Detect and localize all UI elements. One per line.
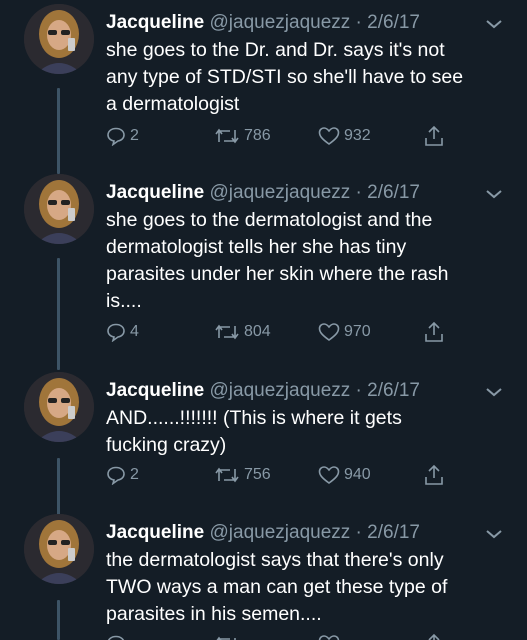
tweet-header: Jacqueline @jaquezjaquezz · 2/6/17: [106, 520, 513, 546]
reply-button[interactable]: 2: [106, 463, 139, 487]
tweet-text-line: dermatologist tells her she has tiny: [106, 236, 407, 258]
tweet-thread: Jacqueline @jaquezjaquezz · 2/6/17 she g…: [0, 0, 527, 640]
retweet-count: 804: [244, 323, 271, 340]
avatar[interactable]: [24, 372, 94, 442]
tweet-header: Jacqueline @jaquezjaquezz · 2/6/17: [106, 378, 513, 404]
retweet-button[interactable]: 786: [214, 124, 271, 148]
tweet-date[interactable]: 2/6/17: [367, 182, 420, 203]
tweet-header: Jacqueline @jaquezjaquezz · 2/6/17: [106, 10, 513, 36]
like-count: 970: [344, 323, 371, 340]
heart-icon: [318, 323, 340, 341]
chevron-down-icon[interactable]: [485, 18, 503, 30]
retweet-icon: [215, 128, 239, 144]
tweet-text-line: parasites under her skin where the rash: [106, 263, 449, 285]
tweet-actions: [106, 632, 466, 640]
heart-icon: [318, 635, 340, 640]
separator: ·: [355, 12, 362, 33]
share-icon: [425, 125, 443, 146]
share-icon: [428, 633, 440, 640]
display-name[interactable]: Jacqueline: [106, 522, 204, 543]
tweet-text: she goes to the Dr. and Dr. says it's no…: [106, 37, 514, 118]
retweet-icon: [215, 324, 239, 340]
separator: ·: [355, 522, 362, 543]
avatar[interactable]: [24, 174, 94, 244]
tweet-text: the dermatologist says that there's only…: [106, 547, 514, 628]
separator: ·: [355, 380, 362, 401]
tweet-actions: 4 804 970: [106, 320, 466, 344]
retweet-count: 786: [244, 127, 271, 144]
share-button[interactable]: [424, 632, 448, 640]
like-button[interactable]: 932: [318, 124, 371, 148]
user-handle[interactable]: @jaquezjaquezz: [210, 522, 351, 543]
tweet-text-line: is....: [106, 290, 142, 312]
retweet-icon: [215, 467, 239, 483]
chevron-down-icon[interactable]: [485, 188, 503, 200]
tweet-text: AND......!!!!!!! (This is where it gets …: [106, 405, 514, 459]
like-count: 932: [344, 127, 371, 144]
reply-count: 4: [130, 323, 139, 340]
tweet-text-line: TWO ways a man can get these type of: [106, 576, 448, 598]
heart-icon: [318, 466, 340, 484]
retweet-count: 756: [244, 466, 271, 483]
display-name[interactable]: Jacqueline: [106, 380, 204, 401]
user-handle[interactable]: @jaquezjaquezz: [210, 12, 351, 33]
user-handle[interactable]: @jaquezjaquezz: [210, 182, 351, 203]
tweet-date[interactable]: 2/6/17: [367, 522, 420, 543]
retweet-icon: [216, 636, 236, 640]
like-button[interactable]: 970: [318, 320, 371, 344]
tweet-text-line: any type of STD/STI so she'll have to se…: [106, 66, 464, 88]
share-button[interactable]: [424, 124, 448, 148]
tweet-actions: 2 786 932: [106, 124, 466, 148]
tweet-text-line: she goes to the dermatologist and the: [106, 209, 433, 231]
reply-icon: [107, 323, 125, 342]
tweet-date[interactable]: 2/6/17: [367, 380, 420, 401]
display-name[interactable]: Jacqueline: [106, 182, 204, 203]
separator: ·: [355, 182, 362, 203]
share-icon: [425, 464, 443, 485]
share-button[interactable]: [424, 463, 448, 487]
tweet-text-line: parasites in his semen....: [106, 603, 322, 625]
tweet-actions: 2 756 940: [106, 463, 466, 487]
reply-icon: [107, 127, 125, 146]
like-button[interactable]: 940: [318, 463, 371, 487]
tweet[interactable]: Jacqueline @jaquezjaquezz · 2/6/17 she g…: [0, 4, 527, 174]
heart-icon: [318, 127, 340, 145]
reply-button[interactable]: 4: [106, 320, 139, 344]
reply-icon: [107, 466, 125, 485]
reply-icon: [107, 635, 125, 640]
tweet-date[interactable]: 2/6/17: [367, 12, 420, 33]
avatar-photo: [24, 372, 94, 442]
like-button[interactable]: [318, 632, 344, 640]
tweet-text-line: fucking crazy): [106, 434, 227, 456]
tweet-text: she goes to the dermatologist and the de…: [106, 207, 514, 315]
reply-button[interactable]: [106, 632, 130, 640]
tweet-text-line: the dermatologist says that there's only: [106, 549, 444, 571]
retweet-button[interactable]: 804: [214, 320, 271, 344]
like-count: 940: [344, 466, 371, 483]
retweet-button[interactable]: [214, 632, 244, 640]
user-handle[interactable]: @jaquezjaquezz: [210, 380, 351, 401]
tweet[interactable]: Jacqueline @jaquezjaquezz · 2/6/17 she g…: [0, 174, 527, 370]
chevron-down-icon[interactable]: [485, 386, 503, 398]
retweet-button[interactable]: 756: [214, 463, 271, 487]
tweet-text-line: a dermatologist: [106, 93, 240, 115]
reply-count: 2: [130, 127, 139, 144]
reply-count: 2: [130, 466, 139, 483]
display-name[interactable]: Jacqueline: [106, 12, 204, 33]
avatar-photo: [24, 514, 94, 584]
avatar[interactable]: [24, 4, 94, 74]
tweet[interactable]: Jacqueline @jaquezjaquezz · 2/6/17 AND..…: [0, 372, 527, 518]
avatar-photo: [24, 4, 94, 74]
reply-button[interactable]: 2: [106, 124, 139, 148]
tweet-header: Jacqueline @jaquezjaquezz · 2/6/17: [106, 180, 513, 206]
avatar-photo: [24, 174, 94, 244]
tweet-text-line: she goes to the Dr. and Dr. says it's no…: [106, 39, 445, 61]
share-button[interactable]: [424, 320, 448, 344]
avatar[interactable]: [24, 514, 94, 584]
chevron-down-icon[interactable]: [485, 528, 503, 540]
share-icon: [425, 321, 443, 342]
tweet[interactable]: Jacqueline @jaquezjaquezz · 2/6/17 the d…: [0, 514, 527, 640]
tweet-text-line: AND......!!!!!!! (This is where it gets: [106, 407, 402, 429]
